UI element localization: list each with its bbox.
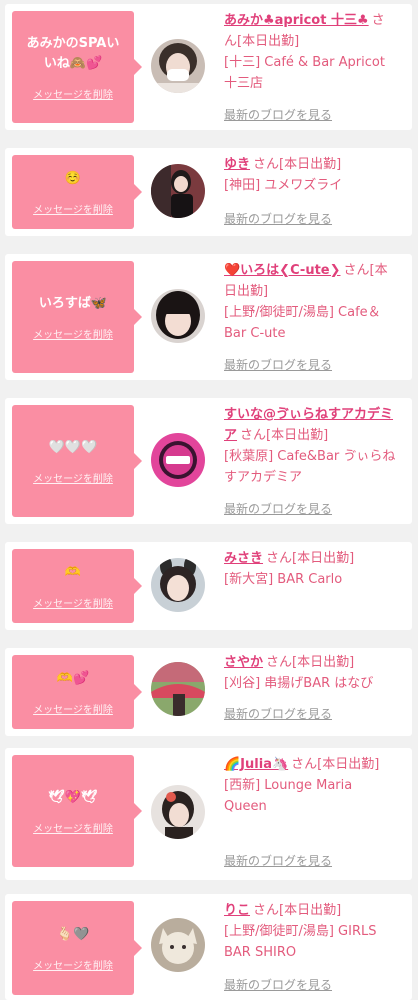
- cast-name-link[interactable]: ❤️いろは❮C-ute❯: [224, 263, 341, 278]
- message-bubble: ☺️ メッセージを削除: [12, 155, 142, 229]
- status-text: さん[本日出勤]: [266, 551, 355, 566]
- girl-bunny-ears-avatar[interactable]: [151, 558, 205, 612]
- message-card: 🫶 メッセージを削除 みさき さん[本日出勤] [新大宮] BAR Carlo: [5, 542, 412, 630]
- girl-bangs-avatar[interactable]: [151, 289, 205, 343]
- latest-blog-link[interactable]: 最新のブログを見る: [224, 852, 332, 869]
- pink-logo-avatar[interactable]: [151, 433, 205, 487]
- shop-info: [十三] Café & Bar Apricot 十三店: [224, 55, 385, 91]
- latest-blog-link[interactable]: 最新のブログを見る: [224, 500, 332, 517]
- cast-name-link[interactable]: 🌈Julia🦄: [224, 757, 288, 772]
- message-card: ☺️ メッセージを削除 ゆき さん[本日出勤] [神田] ユメワズライ 最新のブロ…: [5, 148, 412, 236]
- fox-mask-avatar[interactable]: [151, 918, 205, 972]
- message-bubble: いろすば🦋 メッセージを削除: [12, 261, 142, 373]
- latest-blog-link[interactable]: 最新のブログを見る: [224, 106, 332, 123]
- message-bubble: 🫶💕 メッセージを削除: [12, 655, 142, 729]
- message-card: 🫶💕 メッセージを削除 さやか さん[本日出勤] [刈谷] 串揚げBAR はなび …: [5, 648, 412, 736]
- delete-message-link[interactable]: メッセージを削除: [33, 201, 113, 216]
- delete-message-link[interactable]: メッセージを削除: [33, 326, 113, 341]
- message-text: いろすば🦋: [38, 295, 108, 311]
- shop-info: [新大宮] BAR Carlo: [224, 572, 343, 587]
- cast-name-link[interactable]: ゆき: [224, 157, 250, 172]
- shop-info: [西新] Lounge Maria Queen: [224, 778, 353, 814]
- latest-blog-link[interactable]: 最新のブログを見る: [224, 976, 332, 993]
- message-bubble: 🫶 メッセージを削除: [12, 549, 142, 623]
- girl-white-mask-avatar[interactable]: [151, 39, 205, 93]
- cast-name-link[interactable]: りこ: [224, 903, 250, 918]
- message-bubble: 🫰🏻🩶 メッセージを削除: [12, 901, 142, 995]
- delete-message-link[interactable]: メッセージを削除: [33, 820, 113, 835]
- shop-info: [神田] ユメワズライ: [224, 178, 343, 193]
- message-text: ☺️: [64, 170, 82, 186]
- latest-blog-link[interactable]: 最新のブログを見る: [224, 210, 332, 227]
- message-card: 🫰🏻🩶 メッセージを削除 りこ さん[本日出勤] [上野/御徒町/湯島] GIRL…: [5, 894, 412, 1000]
- status-text: さん[本日出勤]: [253, 157, 342, 172]
- cast-name-link[interactable]: みさき: [224, 551, 263, 566]
- delete-message-link[interactable]: メッセージを削除: [33, 86, 113, 101]
- message-text: 🤍🤍🤍: [48, 439, 98, 455]
- shop-info: [上野/御徒町/湯島] Cafe＆Bar C-ute: [224, 305, 381, 341]
- shop-info: [上野/御徒町/湯島] GIRLS BAR SHIRO: [224, 924, 377, 960]
- message-text: 🫶💕: [56, 670, 90, 686]
- message-card: 🤍🤍🤍 メッセージを削除 すいな@ゔぃらねすアカデミア さん[本日出勤] [秋葉原…: [5, 398, 412, 524]
- status-text: さん[本日出勤]: [266, 655, 355, 670]
- message-card: 🕊💖🕊 メッセージを削除 🌈Julia🦄 さん[本日出勤] [西新] Lounge…: [5, 748, 412, 880]
- delete-message-link[interactable]: メッセージを削除: [33, 595, 113, 610]
- message-text: 🫶: [64, 564, 82, 580]
- cast-name-link[interactable]: あみか♣apricot 十三♣: [224, 13, 369, 28]
- message-bubble: あみかのSPAいいね🙈💕 メッセージを削除: [12, 11, 142, 123]
- latest-blog-link[interactable]: 最新のブログを見る: [224, 356, 332, 373]
- delete-message-link[interactable]: メッセージを削除: [33, 470, 113, 485]
- status-text: さん[本日出勤]: [240, 428, 329, 443]
- message-bubble: 🤍🤍🤍 メッセージを削除: [12, 405, 142, 517]
- status-text: さん[本日出勤]: [253, 903, 342, 918]
- message-list: あみかのSPAいいね🙈💕 メッセージを削除 あみか♣apricot 十三♣ さん[…: [0, 0, 418, 1000]
- message-text: 🕊💖🕊: [48, 789, 98, 805]
- message-text: 🫰🏻🩶: [56, 926, 90, 942]
- shop-info: [秋葉原] Cafe&Bar ゔぃらねすアカデミア: [224, 449, 396, 485]
- girl-black-outfit-avatar[interactable]: [151, 164, 205, 218]
- cast-name-link[interactable]: さやか: [224, 655, 263, 670]
- status-text: さん[本日出勤]: [291, 757, 380, 772]
- girl-hair-accessory-avatar[interactable]: [151, 785, 205, 839]
- message-card: いろすば🦋 メッセージを削除 ❤️いろは❮C-ute❯ さん[本日出勤] [上野/…: [5, 254, 412, 380]
- delete-message-link[interactable]: メッセージを削除: [33, 957, 113, 972]
- message-card: あみかのSPAいいね🙈💕 メッセージを削除 あみか♣apricot 十三♣ さん[…: [5, 4, 412, 130]
- shop-info: [刈谷] 串揚げBAR はなび: [224, 676, 374, 691]
- delete-message-link[interactable]: メッセージを削除: [33, 701, 113, 716]
- message-bubble: 🕊💖🕊 メッセージを削除: [12, 755, 142, 867]
- message-text: あみかのSPAいいね🙈💕: [26, 35, 120, 71]
- latest-blog-link[interactable]: 最新のブログを見る: [224, 705, 332, 722]
- bridge-photo-avatar[interactable]: [151, 662, 205, 716]
